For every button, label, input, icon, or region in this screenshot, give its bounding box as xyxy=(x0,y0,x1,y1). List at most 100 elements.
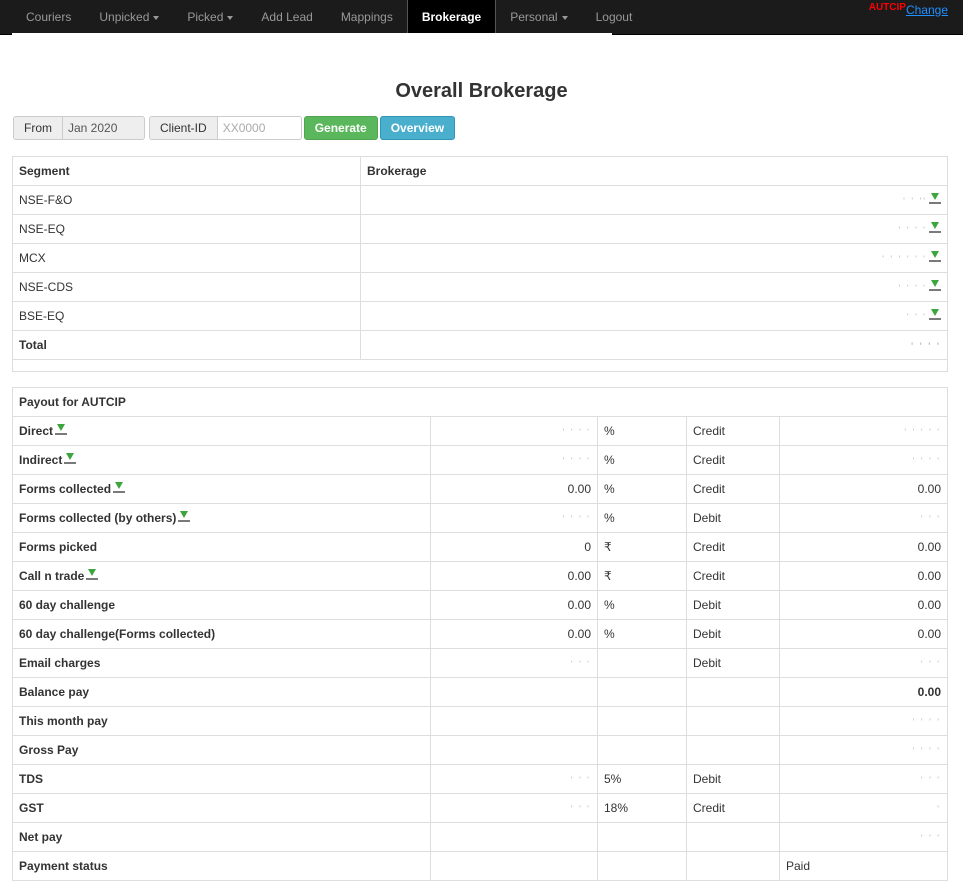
payout-value: 0.00 xyxy=(430,590,598,620)
payout-type: Credit xyxy=(686,561,780,591)
user-id-label: AUTCIP xyxy=(868,2,906,13)
payout-label: GST xyxy=(19,801,44,815)
payout-type xyxy=(686,706,780,736)
payout-label: Forms collected (by others) xyxy=(19,511,177,525)
nav-item-brokerage[interactable]: Brokerage xyxy=(406,0,497,35)
payout-type: Debit xyxy=(686,764,780,794)
nav-item-mappings[interactable]: Mappings xyxy=(327,0,407,35)
download-icon[interactable] xyxy=(929,251,941,263)
download-icon[interactable] xyxy=(64,453,77,465)
total-value: ' ' ' ' xyxy=(910,341,941,351)
nav-item-unpicked[interactable]: Unpicked xyxy=(85,0,173,35)
nav-item-personal[interactable]: Personal xyxy=(496,0,581,35)
payout-value xyxy=(430,677,598,707)
download-icon[interactable] xyxy=(929,309,941,321)
payout-unit: % xyxy=(597,590,687,620)
segment-brokerage-table: Segment Brokerage NSE-F&O ' ' '' NSE-EQ ' '… xyxy=(12,156,948,372)
brokerage-value: ' ' ' ' xyxy=(898,283,927,293)
payout-unit: ₹ xyxy=(597,561,687,591)
download-icon[interactable] xyxy=(55,424,68,436)
brokerage-cell: ' ' ' ' xyxy=(360,272,948,302)
payout-label: Email charges xyxy=(19,656,101,670)
download-icon[interactable] xyxy=(929,222,941,234)
nav-item-logout[interactable]: Logout xyxy=(582,0,647,35)
payout-label: Forms collected xyxy=(19,482,112,496)
nav-item-couriers[interactable]: Couriers xyxy=(12,0,85,35)
nav-menu: Couriers Unpicked Picked Add Lead Mappings Br… xyxy=(12,0,646,35)
payout-unit: 5% xyxy=(597,764,687,794)
payout-unit xyxy=(597,735,687,765)
payout-label: TDS xyxy=(19,772,43,786)
payout-value-text: ' ' ' ' xyxy=(562,514,591,524)
brokerage-cell: ' ' ' xyxy=(360,301,948,331)
payout-amount-text: ' ' ' ' xyxy=(912,746,941,756)
brokerage-cell: ' ' '' xyxy=(360,185,948,215)
payout-amount: ' ' ' xyxy=(779,764,948,794)
payout-type: Credit xyxy=(686,793,780,823)
top-navbar: Couriers Unpicked Picked Add Lead Mappings Br… xyxy=(0,0,963,35)
payout-type: Credit xyxy=(686,416,780,446)
payout-amount: 0.00 xyxy=(779,474,948,504)
client-id-input[interactable]: XX0000 xyxy=(217,116,302,140)
payout-label-cell: GST xyxy=(12,793,431,823)
payout-amount: 0.00 xyxy=(779,590,948,620)
download-icon[interactable] xyxy=(113,482,126,494)
payout-amount-text: ' ' ' xyxy=(920,833,941,843)
payout-label: Forms picked xyxy=(19,540,98,554)
payout-unit xyxy=(597,677,687,707)
month-picker-input[interactable]: Jan 2020 xyxy=(63,116,145,140)
payout-amount: ' ' ' xyxy=(779,648,948,678)
payout-label: Payment status xyxy=(19,859,108,873)
payout-label: Balance pay xyxy=(19,685,90,699)
payout-amount-text: ' ' ' xyxy=(920,514,941,524)
nav-underline xyxy=(12,33,612,35)
download-icon[interactable] xyxy=(929,193,941,205)
payout-label-cell: TDS xyxy=(12,764,431,794)
download-icon[interactable] xyxy=(929,280,941,292)
total-cell: ' ' ' ' xyxy=(360,330,948,360)
payout-label: Direct xyxy=(19,424,54,438)
overview-button[interactable]: Overview xyxy=(379,116,456,140)
payout-value: ' ' ' xyxy=(430,764,598,794)
payout-label-cell: Payment status xyxy=(12,851,431,881)
payout-row-forms-collected: Forms collected 0.00% Credit 0.00 xyxy=(12,474,948,504)
download-icon[interactable] xyxy=(178,511,191,523)
payout-value xyxy=(430,822,598,852)
payout-label: Net pay xyxy=(19,830,63,844)
spacer-cell xyxy=(12,359,948,372)
total-label: Total xyxy=(12,330,361,360)
table-row: NSE-CDS ' ' ' ' xyxy=(12,272,948,302)
spacer-row xyxy=(12,359,948,372)
payout-value: ' ' ' xyxy=(430,793,598,823)
payout-value-text: 0 xyxy=(584,540,591,554)
payout-label-cell: Email charges xyxy=(12,648,431,678)
payout-unit: % xyxy=(597,445,687,475)
payout-amount-text: 0.00 xyxy=(917,540,941,554)
payout-unit: 18% xyxy=(597,793,687,823)
payout-amount: ' ' ' ' xyxy=(779,445,948,475)
payout-value-text: 0.00 xyxy=(567,598,591,612)
payout-amount: ' ' ' ' xyxy=(779,735,948,765)
payout-table: Payout for AUTCIP Direct ' ' ' '% Credit ' … xyxy=(12,387,948,881)
payout-value-text: ' ' ' ' xyxy=(562,427,591,437)
payout-row-payment-status: Payment status Paid xyxy=(12,851,948,881)
segment-header: Segment xyxy=(12,156,361,186)
payout-unit: % xyxy=(597,619,687,649)
nav-item-picked[interactable]: Picked xyxy=(173,0,247,35)
payout-amount-text: 0.00 xyxy=(917,598,941,612)
change-user-link[interactable]: Change xyxy=(906,3,948,17)
segment-name: BSE-EQ xyxy=(12,301,361,331)
nav-item-label: Add Lead xyxy=(261,10,313,24)
payout-row-tds: TDS ' ' ' 5% Debit ' ' ' xyxy=(12,764,948,794)
payout-row-forms-picked: Forms picked 0 ₹ Credit 0.00 xyxy=(12,532,948,562)
payout-amount-text: 0.00 xyxy=(917,482,941,496)
payout-label-cell: 60 day challenge xyxy=(12,590,431,620)
payout-amount: 0.00 xyxy=(779,561,948,591)
nav-item-add-lead[interactable]: Add Lead xyxy=(247,0,326,35)
download-icon[interactable] xyxy=(86,569,99,581)
payout-value-text: ' ' ' xyxy=(570,804,591,814)
filter-bar: From Jan 2020 Client-ID XX0000 Generate … xyxy=(13,116,456,140)
brokerage-value: ' ' ' ' ' ' xyxy=(882,254,927,264)
generate-button[interactable]: Generate xyxy=(303,116,378,140)
payout-label-cell: Direct xyxy=(12,416,431,446)
